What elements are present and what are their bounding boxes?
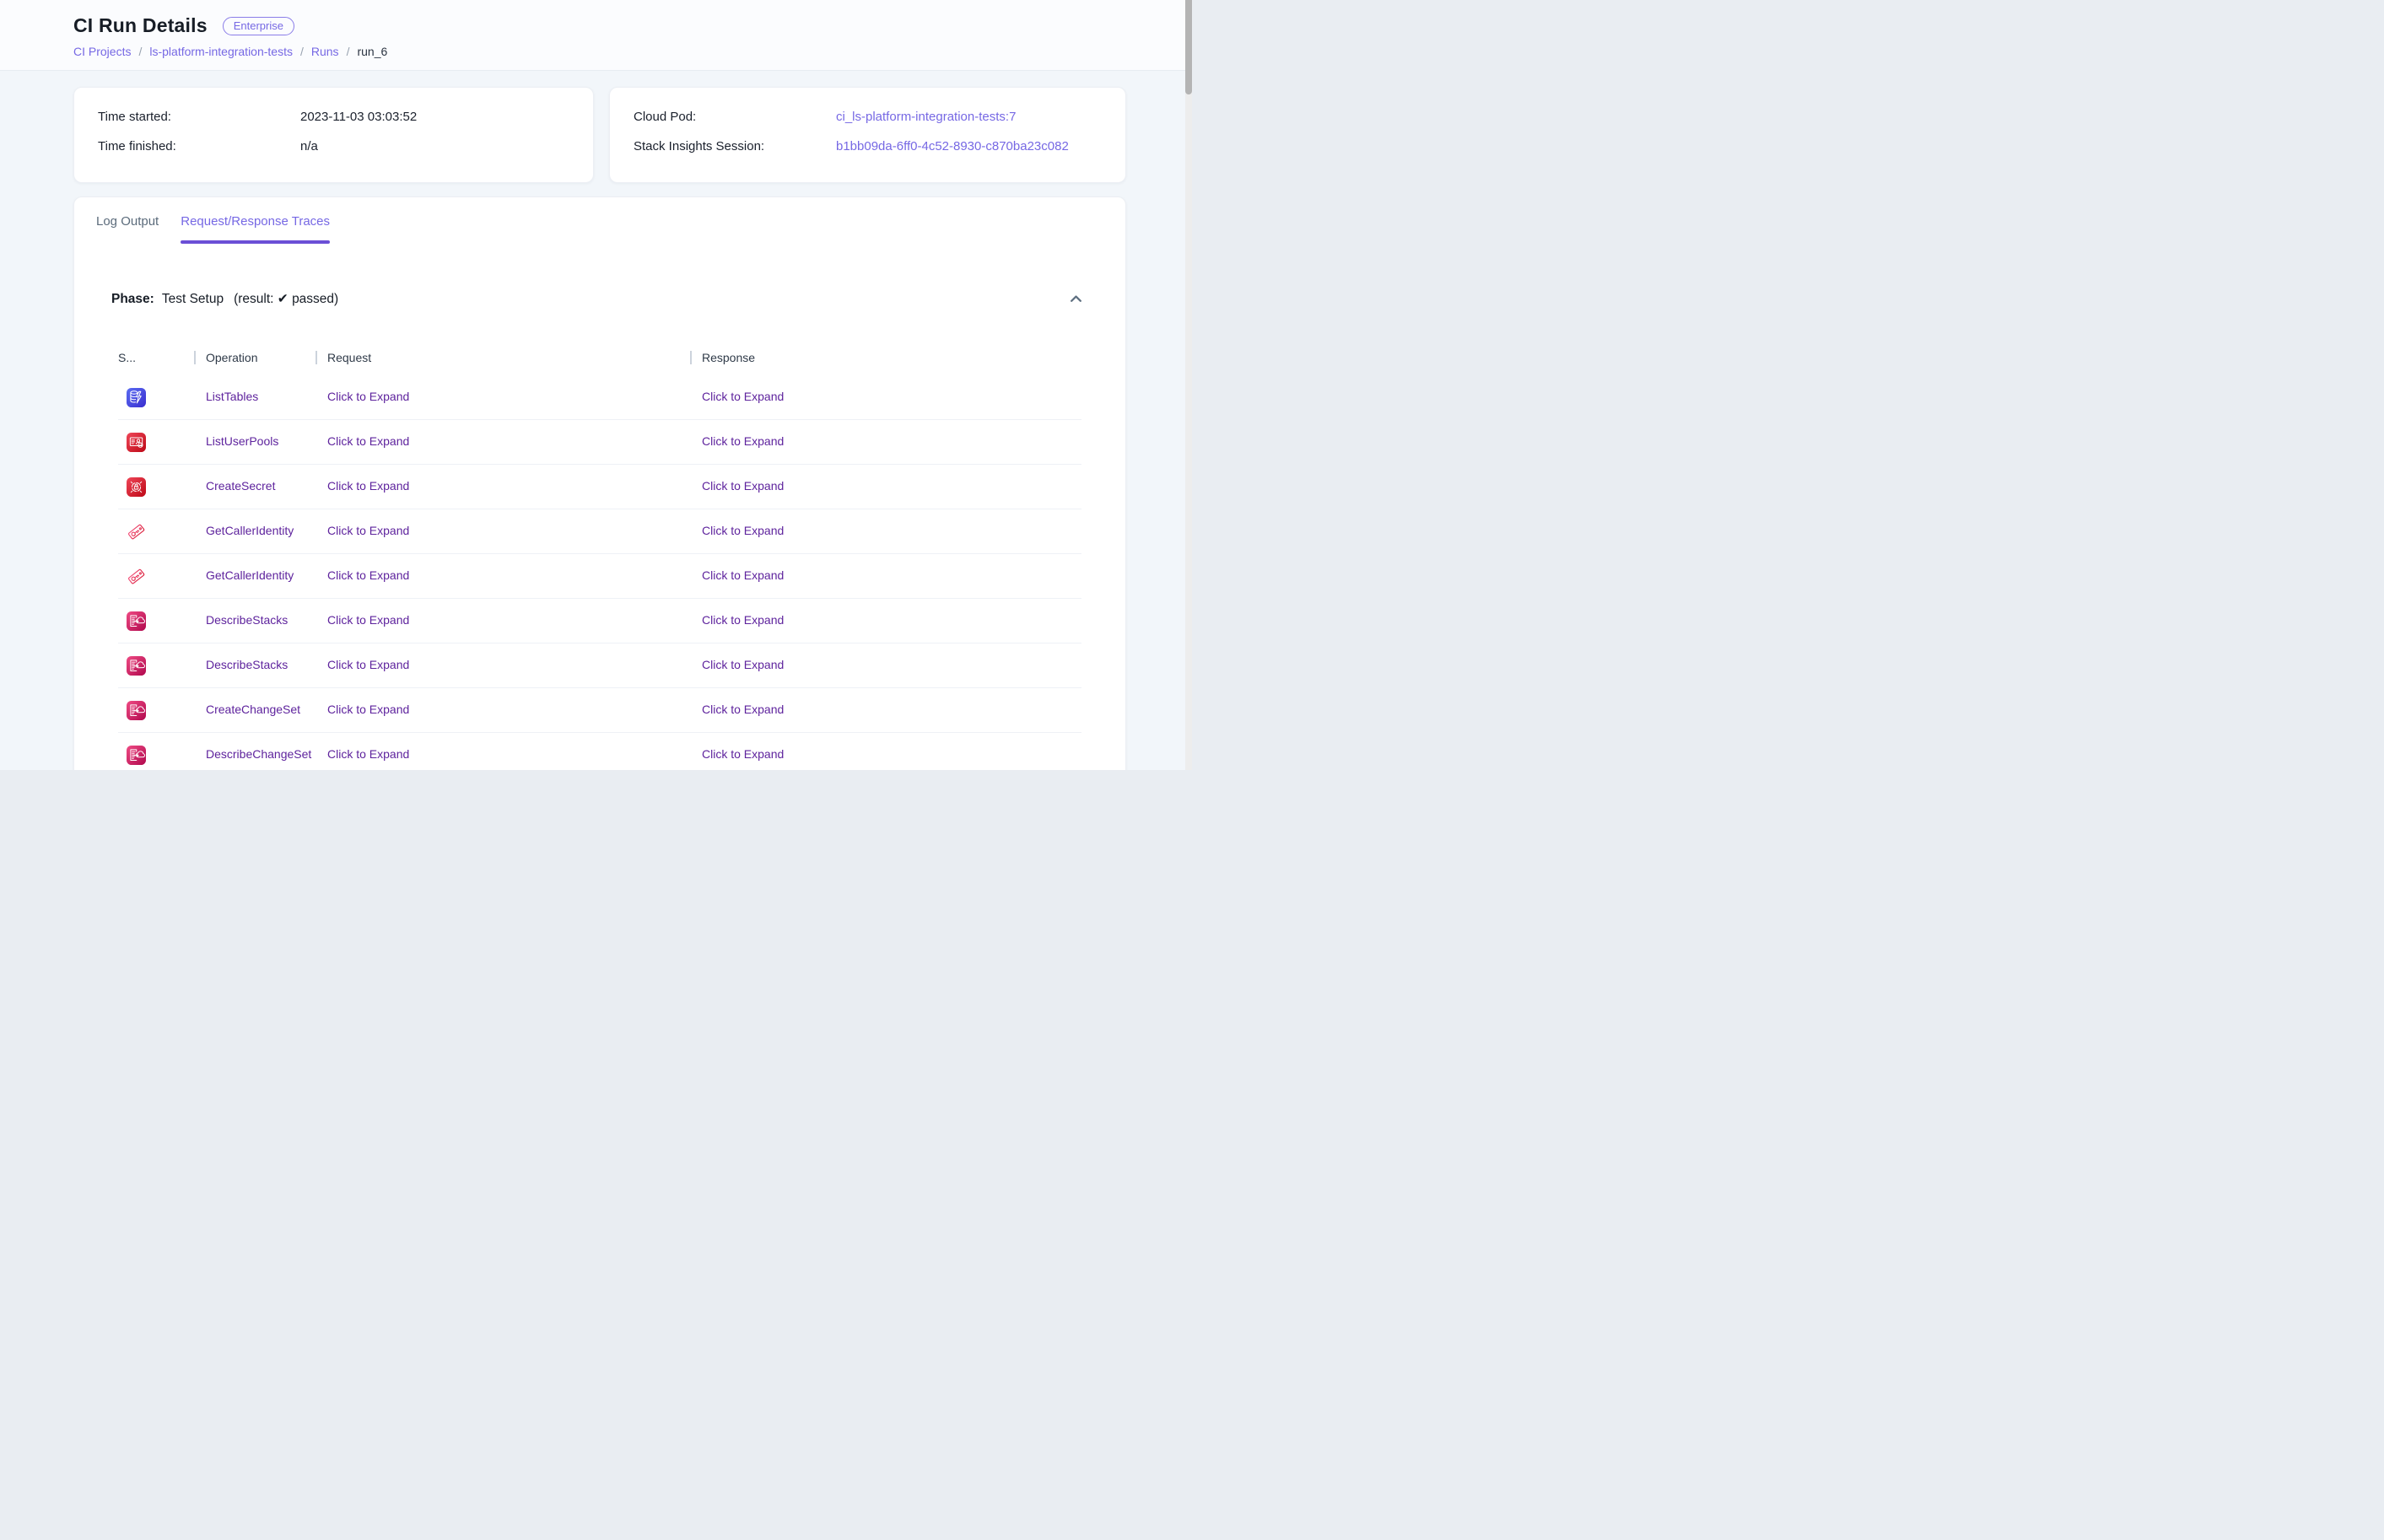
service-cell (118, 611, 194, 631)
request-expand-link[interactable]: Click to Expand (327, 568, 409, 582)
breadcrumb-separator: / (138, 45, 142, 58)
table-row: DescribeStacks Click to Expand Click to … (118, 643, 1081, 688)
time-finished-value: n/a (300, 137, 318, 157)
phase-name: Test Setup (162, 292, 224, 307)
service-cell (118, 567, 194, 586)
operation-link[interactable]: DescribeStacks (206, 658, 288, 671)
tabs: Log Output Request/Response Traces (74, 197, 1125, 244)
phase-collapse-button[interactable] (1067, 290, 1085, 308)
sts-icon (127, 567, 146, 586)
tab-request-response-traces[interactable]: Request/Response Traces (170, 211, 341, 244)
table-row: DescribeChangeSet Click to Expand Click … (118, 733, 1081, 770)
trace-table-header: S... Operation Request Response (118, 347, 1081, 369)
stack-insights-link[interactable]: b1bb09da-6ff0-4c52-8930-c870ba23c082 (836, 137, 1069, 157)
table-row: DescribeStacks Click to Expand Click to … (118, 599, 1081, 643)
operation-link[interactable]: GetCallerIdentity (206, 524, 294, 537)
breadcrumb-separator: / (347, 45, 350, 58)
run-times-card: Time started: 2023-11-03 03:03:52 Time f… (73, 87, 594, 183)
table-row: ListUserPools Click to Expand Click to E… (118, 420, 1081, 465)
request-expand-link[interactable]: Click to Expand (327, 524, 409, 537)
request-expand-link[interactable]: Click to Expand (327, 390, 409, 403)
sts-icon (127, 522, 146, 541)
time-started-value: 2023-11-03 03:03:52 (300, 107, 417, 127)
table-row: GetCallerIdentity Click to Expand Click … (118, 509, 1081, 554)
enterprise-badge: Enterprise (223, 17, 294, 35)
request-expand-link[interactable]: Click to Expand (327, 613, 409, 627)
table-row: ListTables Click to Expand Click to Expa… (118, 375, 1081, 420)
breadcrumb-current-run: run_6 (357, 45, 387, 58)
column-header-service: S... (118, 351, 194, 364)
scrollbar-track (1185, 0, 1192, 770)
time-finished-row: Time finished: n/a (98, 137, 593, 157)
cloudformation-icon (127, 746, 146, 765)
time-finished-label: Time finished: (98, 137, 300, 157)
operation-link[interactable]: GetCallerIdentity (206, 568, 294, 582)
response-expand-link[interactable]: Click to Expand (702, 434, 784, 448)
operation-link[interactable]: ListUserPools (206, 434, 278, 448)
cloud-pod-link[interactable]: ci_ls-platform-integration-tests:7 (836, 107, 1016, 127)
column-header-request: Request (316, 351, 690, 364)
breadcrumb-runs[interactable]: Runs (311, 45, 339, 58)
phase-header: Phase: Test Setup (result: ✔ passed) (111, 290, 1085, 308)
request-expand-link[interactable]: Click to Expand (327, 658, 409, 671)
operation-link[interactable]: DescribeStacks (206, 613, 288, 627)
service-cell (118, 656, 194, 676)
response-expand-link[interactable]: Click to Expand (702, 703, 784, 716)
request-expand-link[interactable]: Click to Expand (327, 703, 409, 716)
cloudformation-icon (127, 701, 146, 720)
response-expand-link[interactable]: Click to Expand (702, 568, 784, 582)
traces-card: Log Output Request/Response Traces Phase… (73, 197, 1126, 770)
cloudformation-icon (127, 611, 146, 631)
secretsmanager-icon (127, 477, 146, 497)
breadcrumb-separator: / (300, 45, 304, 58)
table-row: CreateSecret Click to Expand Click to Ex… (118, 465, 1081, 509)
page-title: CI Run Details (73, 14, 208, 37)
cognito-idp-icon (127, 433, 146, 452)
trace-table-body: ListTables Click to Expand Click to Expa… (118, 375, 1081, 770)
operation-link[interactable]: CreateChangeSet (206, 703, 300, 716)
column-header-operation: Operation (194, 351, 316, 364)
response-expand-link[interactable]: Click to Expand (702, 390, 784, 403)
phase-result: (result: ✔ passed) (234, 291, 338, 307)
tab-log-output[interactable]: Log Output (85, 211, 170, 244)
service-cell (118, 477, 194, 497)
table-row: CreateChangeSet Click to Expand Click to… (118, 688, 1081, 733)
service-cell (118, 701, 194, 720)
response-expand-link[interactable]: Click to Expand (702, 658, 784, 671)
run-links-card: Cloud Pod: ci_ls-platform-integration-te… (609, 87, 1126, 183)
operation-link[interactable]: CreateSecret (206, 479, 275, 493)
time-started-row: Time started: 2023-11-03 03:03:52 (98, 107, 593, 127)
page-header: CI Run Details Enterprise CI Projects / … (0, 0, 1185, 71)
phase-label: Phase: (111, 292, 154, 307)
response-expand-link[interactable]: Click to Expand (702, 747, 784, 761)
stack-insights-label: Stack Insights Session: (634, 137, 836, 157)
request-expand-link[interactable]: Click to Expand (327, 479, 409, 493)
breadcrumb: CI Projects / ls-platform-integration-te… (73, 45, 1185, 58)
service-cell (118, 746, 194, 765)
cloudformation-icon (127, 656, 146, 676)
time-started-label: Time started: (98, 107, 300, 127)
cloud-pod-row: Cloud Pod: ci_ls-platform-integration-te… (634, 107, 1125, 127)
column-header-response: Response (690, 351, 1077, 364)
stack-insights-row: Stack Insights Session: b1bb09da-6ff0-4c… (634, 137, 1125, 157)
response-expand-link[interactable]: Click to Expand (702, 479, 784, 493)
response-expand-link[interactable]: Click to Expand (702, 613, 784, 627)
ci-run-details-page: CI Run Details Enterprise CI Projects / … (0, 0, 1192, 770)
operation-link[interactable]: DescribeChangeSet (206, 747, 311, 761)
request-expand-link[interactable]: Click to Expand (327, 434, 409, 448)
breadcrumb-project[interactable]: ls-platform-integration-tests (149, 45, 293, 58)
chevron-up-icon (1069, 292, 1083, 306)
request-expand-link[interactable]: Click to Expand (327, 747, 409, 761)
dynamodb-icon (127, 388, 146, 407)
response-expand-link[interactable]: Click to Expand (702, 524, 784, 537)
service-cell (118, 388, 194, 407)
breadcrumb-ci-projects[interactable]: CI Projects (73, 45, 131, 58)
service-cell (118, 433, 194, 452)
cloud-pod-label: Cloud Pod: (634, 107, 836, 127)
service-cell (118, 522, 194, 541)
table-row: GetCallerIdentity Click to Expand Click … (118, 554, 1081, 599)
scrollbar-thumb[interactable] (1185, 0, 1192, 94)
trace-table: S... Operation Request Response ListTabl… (118, 347, 1081, 770)
operation-link[interactable]: ListTables (206, 390, 258, 403)
